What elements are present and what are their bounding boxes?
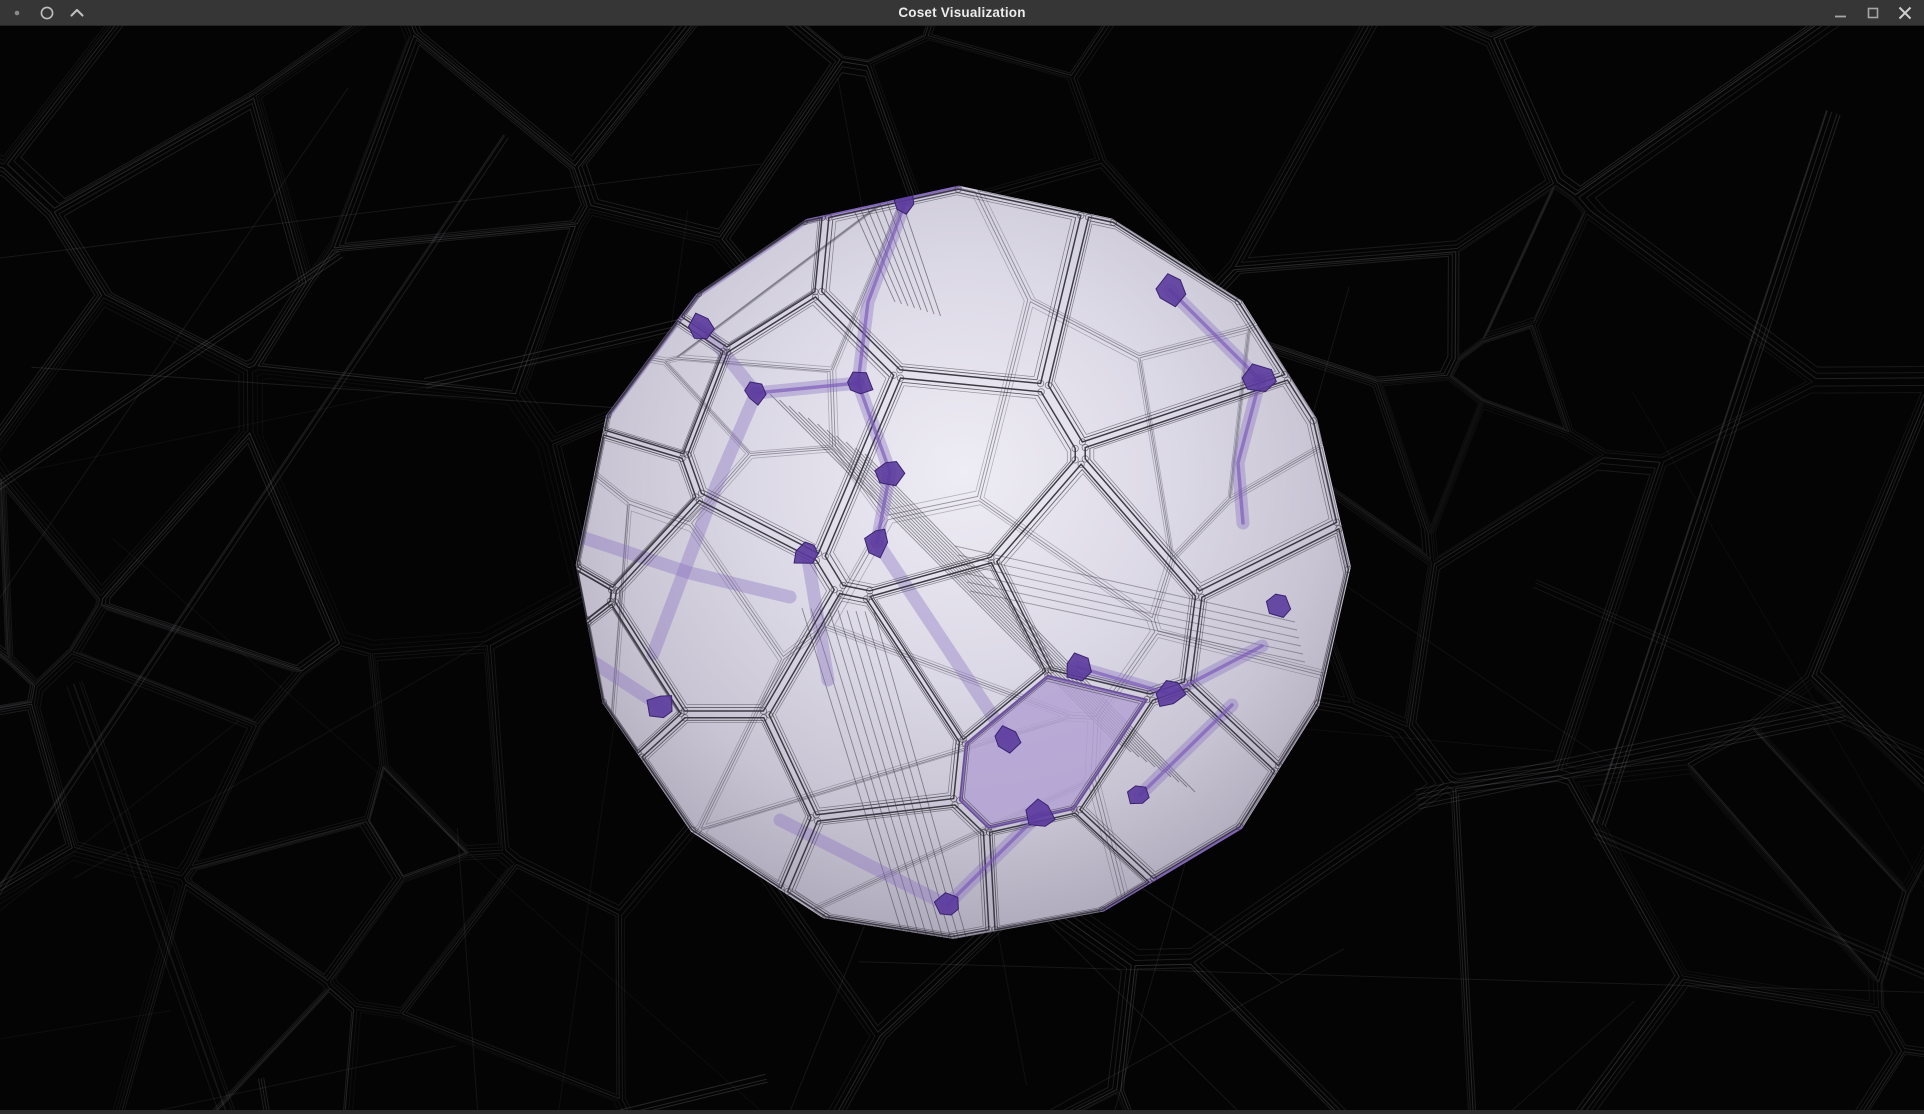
visualization-canvas bbox=[0, 26, 1924, 1110]
minimize-button[interactable] bbox=[1830, 2, 1852, 24]
app-window: Coset Visualization bbox=[0, 0, 1924, 1114]
close-button[interactable] bbox=[1894, 2, 1916, 24]
maximize-button[interactable] bbox=[1862, 2, 1884, 24]
menu-dot-icon[interactable] bbox=[9, 5, 25, 21]
record-circle-icon[interactable] bbox=[39, 5, 55, 21]
titlebar-left-icons bbox=[0, 5, 85, 21]
titlebar[interactable]: Coset Visualization bbox=[0, 0, 1924, 26]
coset-3d-viewport[interactable] bbox=[0, 26, 1924, 1110]
caret-up-icon[interactable] bbox=[69, 5, 85, 21]
window-title: Coset Visualization bbox=[0, 0, 1924, 25]
window-controls bbox=[1830, 2, 1924, 24]
window-frame-bottom bbox=[0, 1110, 1924, 1114]
